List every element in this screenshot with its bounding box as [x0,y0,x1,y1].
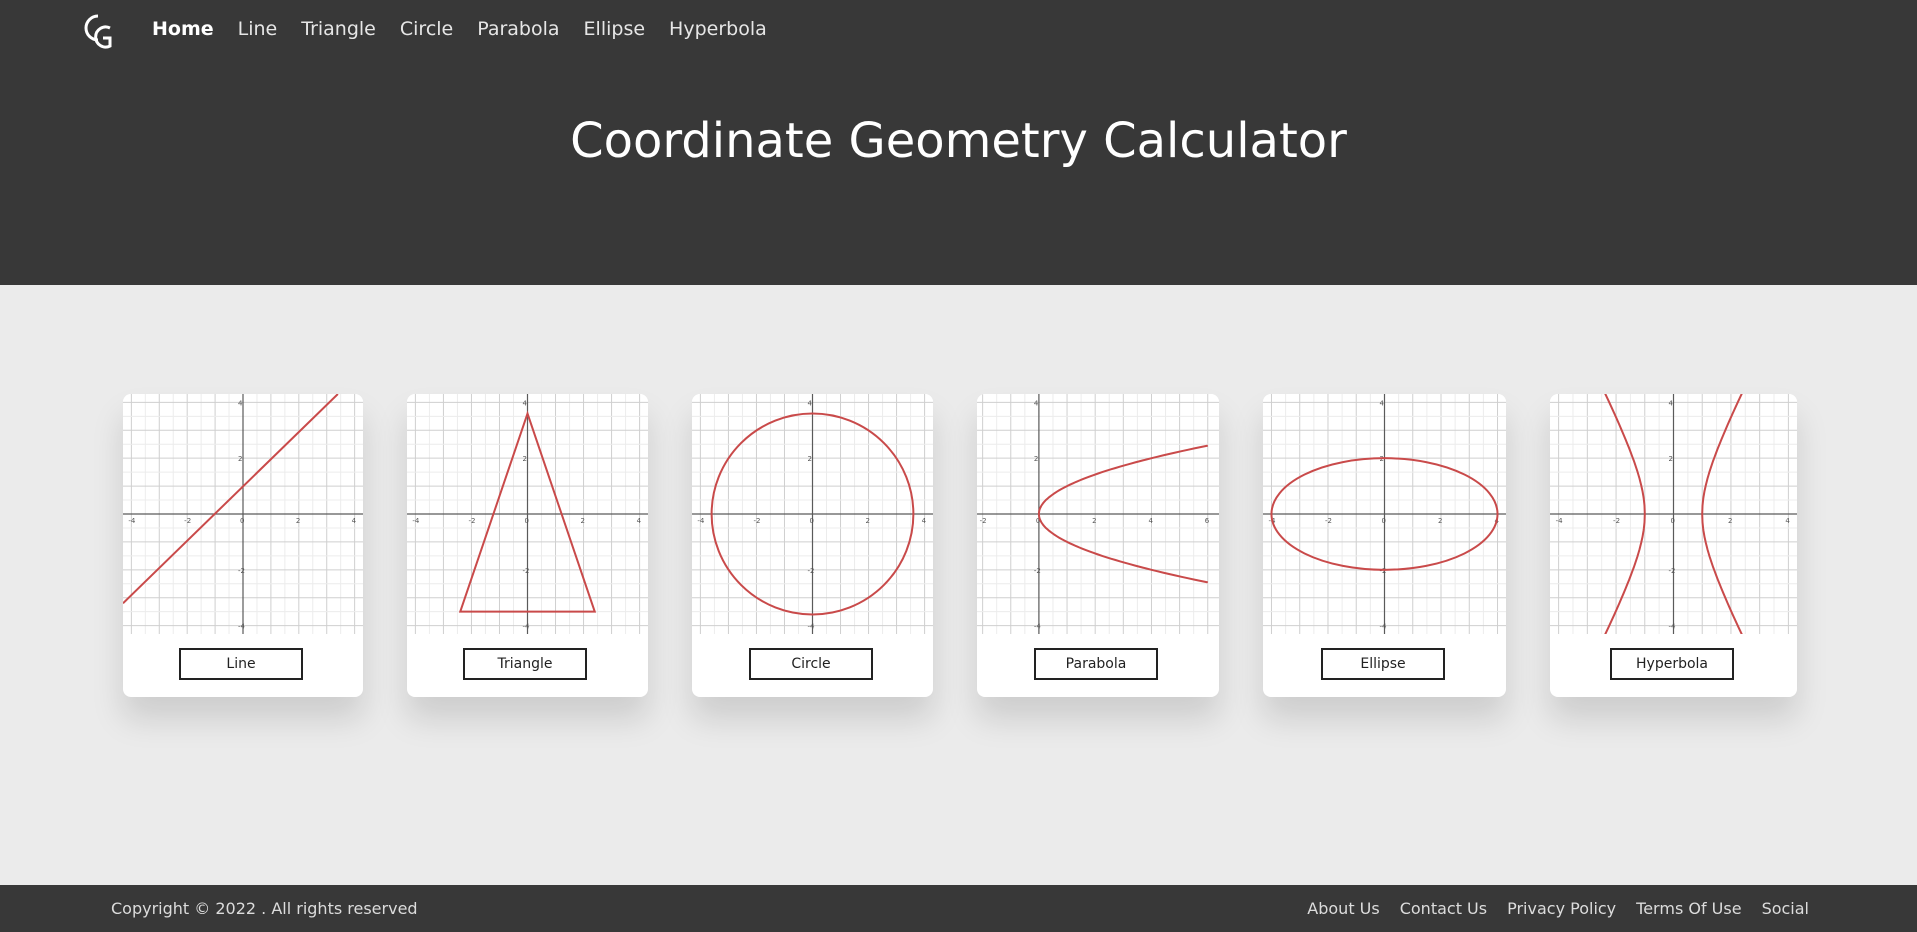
y-tick-label: -4 [1034,623,1042,631]
y-tick-label: -4 [1380,623,1388,631]
x-tick-label: -4 [128,517,136,525]
footer-link-privacy-policy[interactable]: Privacy Policy [1507,885,1616,932]
y-tick-label: -2 [1034,567,1041,575]
card-circle[interactable]: -4 -2 0 2 4 4 2 -2 -4 Circle [692,394,933,697]
line-graph: -4 -2 0 2 4 4 2 -2 -4 [123,394,363,634]
hyperbola-graph: -4 -2 0 2 4 4 2 -2 -4 [1550,394,1797,634]
x-tick-label: 2 [581,517,585,525]
card-ellipse[interactable]: -4 -2 0 2 4 4 2 -2 -4 Ellipse [1263,394,1506,697]
hyperbola-button[interactable]: Hyperbola [1610,648,1734,680]
y-tick-label: -2 [1669,567,1676,575]
nav-item-triangle[interactable]: Triangle [289,14,388,44]
x-tick-label: 4 [1785,517,1790,525]
y-tick-label: -4 [1669,623,1677,631]
x-tick-label: -2 [1613,517,1620,525]
y-tick-label: 2 [1034,455,1038,463]
footer-link-contact-us[interactable]: Contact Us [1400,885,1487,932]
card-triangle[interactable]: -4 -2 0 2 4 4 2 -2 -4 Triangle [407,394,648,697]
nav-item-circle[interactable]: Circle [388,14,465,44]
x-tick-label: 2 [296,517,300,525]
site-header: Home Line Triangle Circle Parabola Ellip… [0,0,1917,285]
x-tick-label: -2 [468,517,475,525]
nav-item-ellipse[interactable]: Ellipse [572,14,658,44]
x-tick-label: -4 [697,517,705,525]
y-tick-label: -4 [808,623,816,631]
circle-button[interactable]: Circle [749,648,873,680]
x-tick-label: 0 [240,517,244,525]
cg-logo-icon[interactable] [76,10,116,52]
site-footer: Copyright © 2022 . All rights reserved A… [0,885,1917,932]
page-title: Coordinate Geometry Calculator [570,113,1347,169]
y-tick-label: 4 [808,399,813,407]
x-tick-label: -2 [1325,517,1332,525]
main-nav: Home Line Triangle Circle Parabola Ellip… [152,14,779,44]
ellipse-button[interactable]: Ellipse [1321,648,1445,680]
ellipse-graph: -4 -2 0 2 442-2-4 [1263,394,1506,634]
nav-item-parabola[interactable]: Parabola [465,14,571,44]
y-tick-label: 2 [1669,455,1673,463]
y-tick-label: -4 [523,623,531,631]
y-tick-label: 4 [238,399,243,407]
x-tick-label: 2 [1728,517,1732,525]
footer-link-terms-of-use[interactable]: Terms Of Use [1636,885,1741,932]
y-tick-label: -4 [238,623,246,631]
triangle-button[interactable]: Triangle [463,648,587,680]
circle-graph: -4 -2 0 2 4 4 2 -2 -4 [692,394,933,634]
card-parabola[interactable]: -2 0 2 4 6 4 2 -2 -4 Parabola [977,394,1219,697]
footer-link-social[interactable]: Social [1762,885,1809,932]
x-tick-label: 6 [1205,517,1210,525]
x-tick-label: 2 [1438,517,1442,525]
x-tick-label: -2 [184,517,191,525]
x-tick-label: 2 [1092,517,1096,525]
y-tick-label: 4 [1034,399,1039,407]
x-tick-label: 2 [866,517,870,525]
x-tick-label: -4 [1556,517,1564,525]
x-tick-label: 0 [1671,517,1675,525]
x-tick-label: 0 [1382,517,1386,525]
footer-links: About Us Contact Us Privacy Policy Terms… [1287,885,1809,932]
y-tick-label: -2 [238,567,245,575]
y-tick-label: -2 [1380,567,1387,575]
x-tick-label: 4 [1148,517,1153,525]
x-tick-label: 0 [810,517,814,525]
y-tick-label: 2 [238,455,242,463]
y-tick-label: 4 [1380,399,1385,407]
triangle-graph: -4 -2 0 2 4 4 2 -2 -4 [407,394,648,634]
parabola-button[interactable]: Parabola [1034,648,1158,680]
y-tick-label: 2 [523,455,527,463]
card-line[interactable]: -4 -2 0 2 4 4 2 -2 -4 Line [123,394,363,697]
y-tick-label: -2 [808,567,815,575]
line-button[interactable]: Line [179,648,303,680]
y-tick-label: 4 [523,399,528,407]
x-tick-label: 0 [525,517,529,525]
x-tick-label: 4 [922,517,927,525]
x-tick-label: -4 [412,517,420,525]
nav-item-line[interactable]: Line [226,14,290,44]
y-tick-label: 2 [808,455,812,463]
parabola-graph: -2 0 2 4 642-2-4 [977,394,1219,634]
footer-link-about-us[interactable]: About Us [1307,885,1379,932]
x-tick-label: 4 [637,517,642,525]
nav-item-hyperbola[interactable]: Hyperbola [657,14,779,44]
x-tick-label: 4 [352,517,357,525]
nav-item-home[interactable]: Home [152,14,226,44]
y-tick-label: 4 [1669,399,1674,407]
card-hyperbola[interactable]: -4 -2 0 2 4 4 2 -2 -4 Hyperbola [1550,394,1797,697]
x-tick-label: -2 [980,517,987,525]
x-tick-label: -2 [753,517,760,525]
copyright-text: Copyright © 2022 . All rights reserved [111,899,418,918]
y-tick-label: -2 [523,567,530,575]
